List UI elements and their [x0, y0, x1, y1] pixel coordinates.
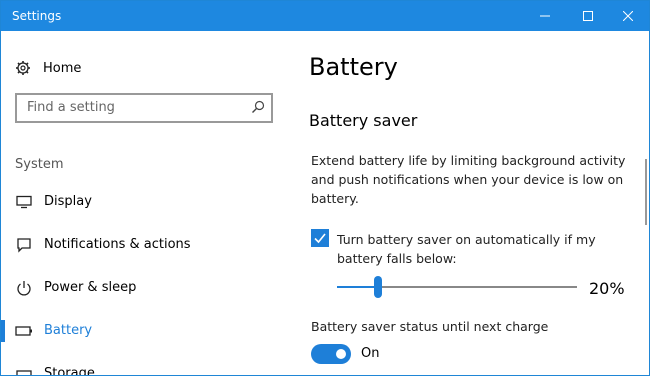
- auto-battery-saver-label: Turn battery saver on automatically if m…: [337, 232, 596, 266]
- battery-icon: [15, 322, 33, 340]
- notification-icon: [15, 236, 33, 254]
- sidebar: Home Find a setting System Display Notif…: [1, 31, 291, 376]
- home-label: Home: [43, 60, 82, 76]
- section-title-battery-saver: Battery saver: [309, 111, 418, 130]
- sidebar-item-label: Power & sleep: [44, 280, 137, 295]
- slider-thumb[interactable]: [373, 276, 382, 298]
- auto-battery-saver-checkbox[interactable]: [311, 229, 329, 247]
- search-icon: [252, 100, 265, 113]
- sidebar-item-display[interactable]: Display: [1, 185, 291, 219]
- sidebar-item-label: Storage: [44, 366, 95, 376]
- sidebar-item-power-sleep[interactable]: Power & sleep: [1, 271, 291, 305]
- sidebar-item-label: Battery: [44, 323, 93, 338]
- sidebar-item-label: Display: [44, 194, 92, 209]
- home-nav-item[interactable]: Home: [15, 58, 81, 78]
- battery-saver-description: Extend battery life by limiting backgrou…: [311, 153, 626, 206]
- battery-threshold-slider[interactable]: [337, 275, 577, 299]
- minimize-icon: [540, 15, 550, 17]
- search-input[interactable]: Find a setting: [15, 93, 273, 123]
- toggle-knob: [336, 349, 346, 359]
- sidebar-item-notifications[interactable]: Notifications & actions: [1, 228, 291, 262]
- battery-page: Battery Battery saver Extend battery lif…: [291, 31, 636, 375]
- title-bar[interactable]: Settings: [1, 1, 649, 31]
- status-until-charge-label: Battery saver status until next charge: [311, 319, 549, 334]
- threshold-value: 20%: [589, 279, 625, 298]
- settings-window: Settings Home Find a setting System Disp…: [0, 0, 650, 376]
- sidebar-item-label: Notifications & actions: [44, 237, 191, 252]
- close-button[interactable]: [605, 1, 649, 31]
- section-header-system: System: [15, 157, 64, 172]
- search-placeholder: Find a setting: [27, 100, 115, 115]
- slider-fill: [337, 286, 378, 288]
- page-title: Battery: [309, 53, 398, 81]
- close-icon: [623, 11, 633, 21]
- storage-icon: [15, 365, 33, 375]
- scrollbar[interactable]: [645, 159, 647, 225]
- sidebar-item-battery[interactable]: Battery: [1, 314, 291, 348]
- sidebar-item-storage[interactable]: Storage: [1, 357, 291, 376]
- maximize-icon: [583, 11, 593, 21]
- active-indicator: [1, 320, 5, 342]
- minimize-button[interactable]: [522, 1, 568, 31]
- battery-saver-status-toggle[interactable]: [311, 344, 351, 364]
- toggle-state-label: On: [361, 346, 380, 361]
- window-title: Settings: [12, 9, 62, 23]
- monitor-icon: [15, 193, 33, 211]
- checkmark-icon: [314, 233, 326, 244]
- gear-icon: [16, 61, 30, 75]
- power-icon: [15, 279, 33, 297]
